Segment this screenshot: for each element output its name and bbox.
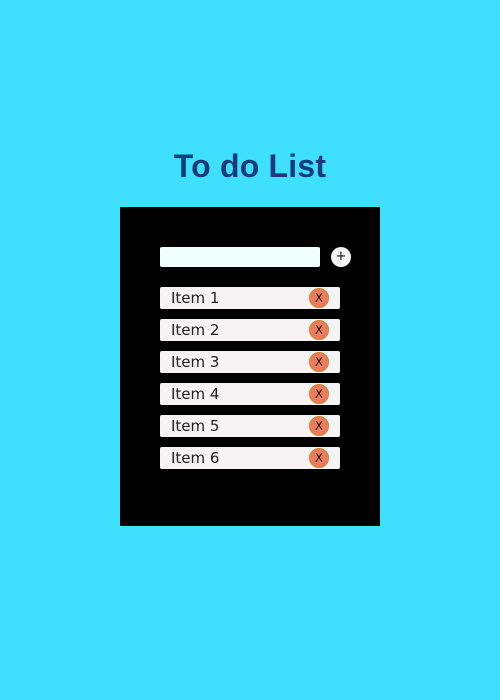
add-item-button[interactable]: +	[331, 247, 351, 267]
new-item-input[interactable]	[160, 247, 320, 267]
list-item: Item 2 X	[160, 319, 340, 341]
item-label: Item 5	[171, 417, 220, 435]
remove-item-button[interactable]: X	[309, 352, 329, 372]
list-item: Item 1 X	[160, 287, 340, 309]
todo-list: Item 1 X Item 2 X Item 3 X Item 4 X Item…	[160, 287, 340, 479]
remove-item-button[interactable]: X	[309, 448, 329, 468]
list-item: Item 5 X	[160, 415, 340, 437]
list-item: Item 6 X	[160, 447, 340, 469]
item-label: Item 3	[171, 353, 220, 371]
item-label: Item 4	[171, 385, 220, 403]
todo-panel: + Item 1 X Item 2 X Item 3 X Item 4 X It…	[120, 207, 380, 526]
remove-item-button[interactable]: X	[309, 320, 329, 340]
item-label: Item 6	[171, 449, 220, 467]
remove-item-button[interactable]: X	[309, 384, 329, 404]
remove-item-button[interactable]: X	[309, 288, 329, 308]
item-label: Item 2	[171, 321, 220, 339]
remove-item-button[interactable]: X	[309, 416, 329, 436]
page-title: To do List	[173, 148, 327, 184]
list-item: Item 4 X	[160, 383, 340, 405]
list-item: Item 3 X	[160, 351, 340, 373]
item-label: Item 1	[171, 289, 220, 307]
